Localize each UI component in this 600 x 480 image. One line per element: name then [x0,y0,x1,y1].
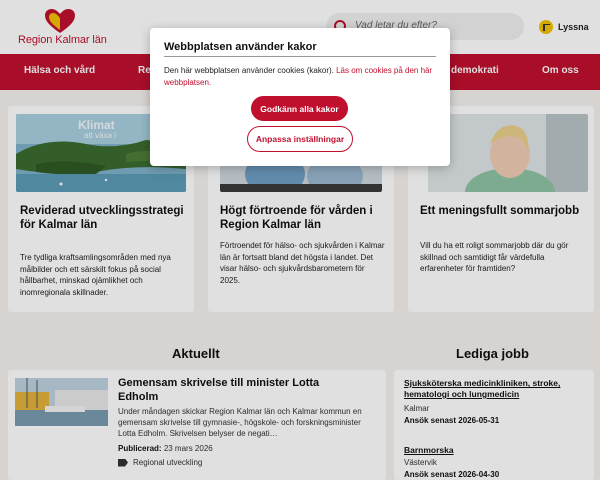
cookie-dialog-text: Den här webbplatsen använder cookies (ka… [164,65,440,88]
cookie-dialog-title: Webbplatsen använder kakor [164,41,317,53]
divider [164,56,436,57]
accept-all-cookies-button[interactable]: Godkänn alla kakor [251,96,348,121]
cookie-consent-dialog: Webbplatsen använder kakor Den här webbp… [150,28,450,166]
customize-settings-button[interactable]: Anpassa inställningar [247,126,353,152]
cookie-description: Den här webbplatsen använder cookies (ka… [164,66,334,75]
